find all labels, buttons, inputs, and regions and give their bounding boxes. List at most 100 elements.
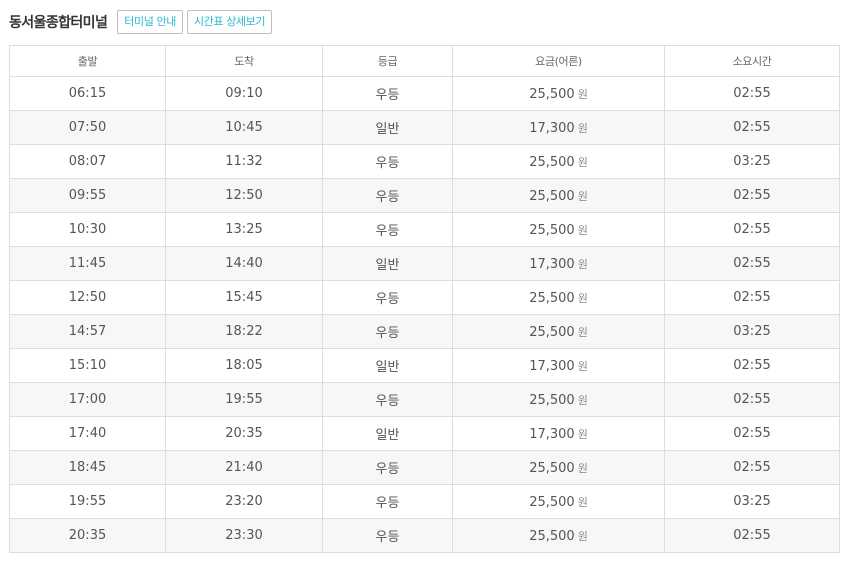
bus-grade: 우등 [322,484,453,519]
column-header-depart: 출발 [9,45,166,77]
fare-cell: 25,500 원 [452,382,665,417]
currency-unit: 원 [577,155,588,169]
travel-duration: 02:55 [664,178,840,213]
depart-time: 15:10 [9,348,166,383]
currency-unit: 원 [577,461,588,475]
depart-time: 08:07 [9,144,166,179]
bus-grade: 우등 [322,76,453,111]
fare-cell: 25,500 원 [452,178,665,213]
fare-cell: 17,300 원 [452,416,665,451]
bus-grade: 일반 [322,416,453,451]
travel-duration: 02:55 [664,518,840,553]
bus-grade: 우등 [322,280,453,315]
depart-time: 14:57 [9,314,166,349]
fare-amount: 17,300 [529,426,575,442]
table-row: 06:15 09:10 우등 25,500 원 02:55 [9,76,840,111]
bus-grade: 우등 [322,314,453,349]
fare-amount: 25,500 [529,86,575,102]
fare-cell: 25,500 원 [452,518,665,553]
table-row: 14:57 18:22 우등 25,500 원 03:25 [9,314,840,349]
travel-duration: 02:55 [664,110,840,145]
fare-cell: 25,500 원 [452,484,665,519]
bus-grade: 우등 [322,144,453,179]
terminal-info-button[interactable]: 터미널 안내 [117,10,183,34]
arrive-time: 14:40 [165,246,323,281]
fare-amount: 25,500 [529,392,575,408]
fare-amount: 25,500 [529,154,575,170]
depart-time: 12:50 [9,280,166,315]
table-row: 08:07 11:32 우등 25,500 원 03:25 [9,144,840,179]
travel-duration: 02:55 [664,348,840,383]
bus-grade: 일반 [322,348,453,383]
bus-grade: 우등 [322,518,453,553]
fare-cell: 25,500 원 [452,212,665,247]
table-row: 10:30 13:25 우등 25,500 원 02:55 [9,212,840,247]
travel-duration: 02:55 [664,382,840,417]
table-row: 17:40 20:35 일반 17,300 원 02:55 [9,416,840,451]
depart-time: 18:45 [9,450,166,485]
fare-amount: 17,300 [529,358,575,374]
header: 동서울종합터미널 터미널 안내 시간표 상세보기 [9,9,276,35]
currency-unit: 원 [577,223,588,237]
fare-amount: 25,500 [529,528,575,544]
arrive-time: 20:35 [165,416,323,451]
table-row: 20:35 23:30 우등 25,500 원 02:55 [9,518,840,553]
arrive-time: 12:50 [165,178,323,213]
table-body: 06:15 09:10 우등 25,500 원 02:55 07:50 10:45 일반 17,3… [9,76,840,553]
travel-duration: 03:25 [664,314,840,349]
depart-time: 10:30 [9,212,166,247]
depart-time: 09:55 [9,178,166,213]
fare-cell: 17,300 원 [452,110,665,145]
travel-duration: 02:55 [664,280,840,315]
fare-cell: 17,300 원 [452,348,665,383]
travel-duration: 02:55 [664,450,840,485]
table-row: 07:50 10:45 일반 17,300 원 02:55 [9,110,840,145]
table-header-row: 출발 도착 등급 요금(어른) 소요시간 [9,45,840,77]
terminal-name: 동서울종합터미널 [9,15,108,31]
bus-grade: 우등 [322,178,453,213]
table-row: 12:50 15:45 우등 25,500 원 02:55 [9,280,840,315]
fare-amount: 25,500 [529,222,575,238]
bus-grade: 우등 [322,382,453,417]
fare-cell: 17,300 원 [452,246,665,281]
timetable-detail-button[interactable]: 시간표 상세보기 [186,10,273,34]
depart-time: 17:00 [9,382,166,417]
depart-time: 20:35 [9,518,166,553]
arrive-time: 18:05 [165,348,323,383]
currency-unit: 원 [577,189,588,203]
depart-time: 19:55 [9,484,166,519]
currency-unit: 원 [577,495,588,509]
fare-cell: 25,500 원 [452,144,665,179]
fare-amount: 17,300 [529,256,575,272]
currency-unit: 원 [577,529,588,543]
currency-unit: 원 [577,393,588,407]
fare-amount: 25,500 [529,290,575,306]
arrive-time: 11:32 [165,144,323,179]
arrive-time: 15:45 [165,280,323,315]
fare-cell: 25,500 원 [452,76,665,111]
fare-amount: 25,500 [529,188,575,204]
depart-time: 07:50 [9,110,166,145]
travel-duration: 02:55 [664,212,840,247]
fare-amount: 25,500 [529,460,575,476]
arrive-time: 21:40 [165,450,323,485]
arrive-time: 10:45 [165,110,323,145]
table-row: 17:00 19:55 우등 25,500 원 02:55 [9,382,840,417]
bus-grade: 우등 [322,212,453,247]
fare-amount: 25,500 [529,494,575,510]
fare-amount: 25,500 [529,324,575,340]
column-header-fare: 요금(어른) [452,45,665,77]
arrive-time: 13:25 [165,212,323,247]
arrive-time: 09:10 [165,76,323,111]
currency-unit: 원 [577,291,588,305]
currency-unit: 원 [577,427,588,441]
bus-grade: 일반 [322,110,453,145]
arrive-time: 23:30 [165,518,323,553]
depart-time: 17:40 [9,416,166,451]
currency-unit: 원 [577,87,588,101]
fare-cell: 25,500 원 [452,280,665,315]
travel-duration: 02:55 [664,416,840,451]
arrive-time: 19:55 [165,382,323,417]
table-row: 11:45 14:40 일반 17,300 원 02:55 [9,246,840,281]
timetable-page: 동서울종합터미널 터미널 안내 시간표 상세보기 출발 도착 등급 요금(어른)… [0,0,849,566]
